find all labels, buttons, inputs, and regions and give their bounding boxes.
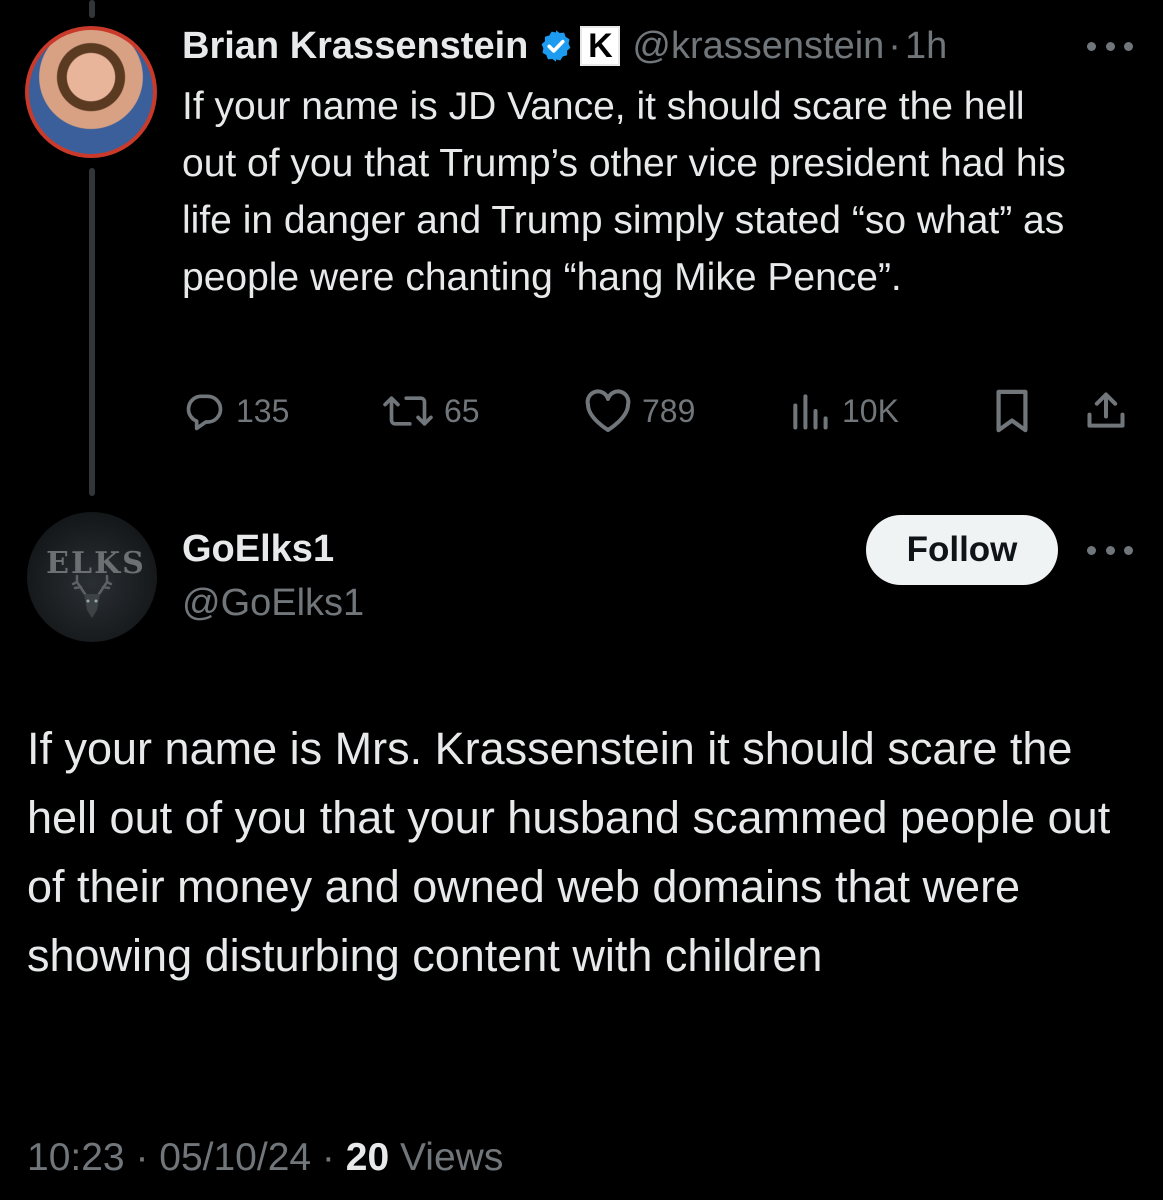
views-count: 10K — [842, 392, 899, 429]
verified-badge-icon[interactable] — [538, 28, 574, 64]
heart-icon — [585, 389, 631, 432]
footer-views-count[interactable]: 20 — [346, 1136, 389, 1179]
reply-author-handle[interactable]: @GoElks1 — [182, 582, 364, 625]
footer-time[interactable]: 10:23 — [27, 1136, 125, 1179]
author-avatar[interactable] — [25, 26, 157, 158]
affiliation-badge-icon[interactable]: K — [580, 26, 621, 66]
reply-count: 135 — [236, 392, 290, 429]
thread-line-top — [89, 0, 95, 18]
share-icon — [1087, 392, 1125, 428]
author-handle[interactable]: @krassenstein — [632, 25, 884, 68]
more-options-icon[interactable] — [1087, 36, 1133, 56]
reply-button[interactable]: 135 — [182, 386, 289, 436]
footer-separator: · — [311, 1136, 346, 1179]
share-button[interactable] — [1084, 386, 1138, 436]
action-bar: 135 65 789 10K — [182, 386, 1142, 436]
views-bar-chart-icon — [793, 394, 828, 430]
tweet-header: Brian Krassenstein K @krassenstein · 1h — [182, 20, 947, 72]
like-count: 789 — [642, 392, 696, 429]
repost-icon — [383, 396, 433, 426]
elk-icon — [71, 574, 113, 618]
views-button[interactable]: 10K — [788, 386, 899, 436]
repost-button[interactable]: 65 — [382, 386, 480, 436]
reply-icon — [186, 394, 223, 431]
reply-author-avatar[interactable]: ELKS — [27, 512, 157, 642]
reply-author-name[interactable]: GoElks1 — [182, 528, 334, 571]
bookmark-button[interactable] — [992, 386, 1042, 436]
thread-line — [89, 168, 95, 496]
repost-count: 65 — [444, 392, 480, 429]
separator-dot: · — [888, 24, 901, 67]
reply-more-options-icon[interactable] — [1087, 540, 1133, 560]
avatar-photo — [29, 30, 153, 154]
footer-date[interactable]: 05/10/24 — [159, 1136, 311, 1179]
tweet-footer: 10:23 · 05/10/24 · 20 Views — [27, 1136, 503, 1180]
tweet-text: If your name is JD Vance, it should scar… — [182, 85, 1066, 299]
follow-button[interactable]: Follow — [866, 515, 1058, 585]
tweet-time[interactable]: 1h — [905, 25, 947, 68]
author-name[interactable]: Brian Krassenstein — [182, 25, 528, 68]
footer-views-label: Views — [389, 1136, 504, 1179]
reply-text: If your name is Mrs. Krassenstein it sho… — [27, 723, 1111, 981]
like-button[interactable]: 789 — [584, 386, 695, 436]
footer-separator: · — [124, 1136, 160, 1179]
bookmark-icon — [996, 389, 1028, 433]
